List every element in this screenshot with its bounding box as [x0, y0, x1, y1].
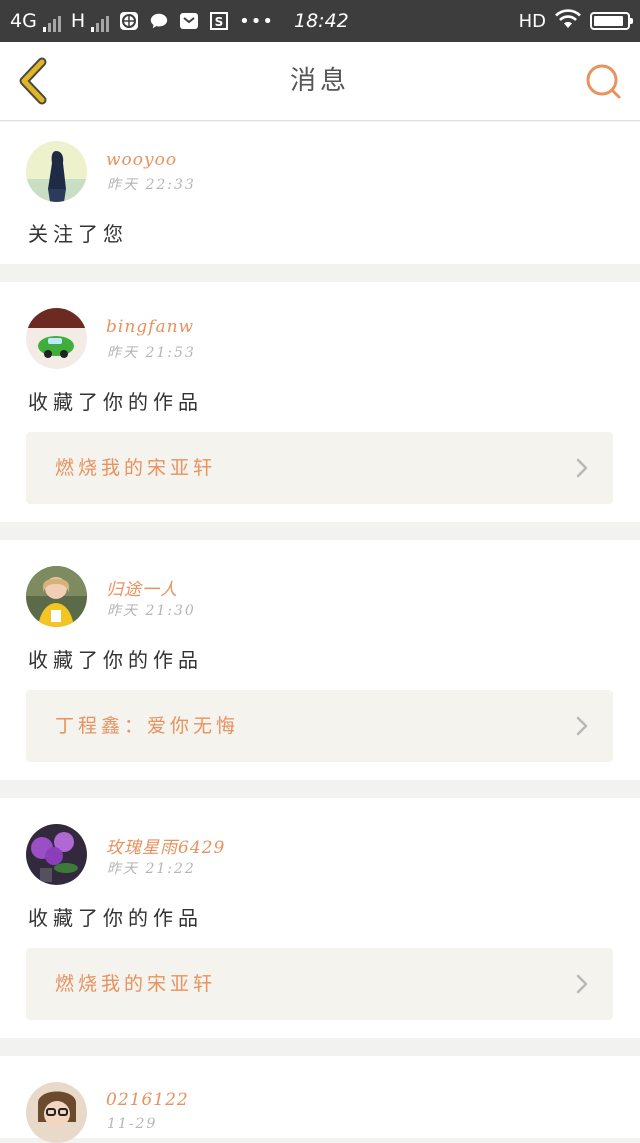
message-card[interactable]: 玫瑰星雨6429 昨天 21:22 收藏了你的作品 燃烧我的宋亚轩: [0, 798, 640, 1038]
work-link[interactable]: 丁程鑫：爱你无悔: [26, 690, 613, 762]
browser-notification-icon: [119, 11, 139, 31]
chat-notification-icon: [149, 11, 169, 31]
username[interactable]: 归途一人: [106, 575, 178, 600]
battery-level: [594, 16, 623, 26]
username[interactable]: 0216122: [106, 1090, 189, 1110]
search-icon: [586, 64, 621, 99]
work-title: 燃烧我的宋亚轩: [55, 973, 217, 995]
chevron-right-icon: [576, 458, 588, 478]
message-action: 收藏了你的作品: [28, 390, 203, 414]
message-time: 昨天 22:33: [107, 177, 196, 193]
username[interactable]: wooyoo: [106, 150, 177, 170]
avatar[interactable]: [26, 308, 87, 369]
clock: 18:42: [294, 10, 349, 32]
mail-notification-icon: [179, 11, 199, 31]
message-card[interactable]: 归途一人 昨天 21:30 收藏了你的作品 丁程鑫：爱你无悔: [0, 540, 640, 780]
network-type-label: 4G: [10, 10, 37, 32]
work-link[interactable]: 燃烧我的宋亚轩: [26, 948, 613, 1020]
avatar[interactable]: [26, 1082, 87, 1143]
avatar[interactable]: [26, 824, 87, 885]
network-type-label: H: [70, 10, 86, 32]
svg-text:S: S: [215, 15, 224, 29]
page-title: 消息: [289, 66, 350, 96]
status-bar: 4G H S ••• 18:42 HD: [0, 0, 640, 42]
username[interactable]: bingfanw: [106, 317, 194, 337]
wifi-icon: [554, 8, 582, 35]
battery-icon: [590, 12, 633, 30]
message-action: 收藏了你的作品: [28, 648, 203, 672]
message-card[interactable]: wooyoo 昨天 22:33 关注了您: [0, 122, 640, 264]
work-title: 燃烧我的宋亚轩: [55, 457, 217, 479]
more-notifications-icon: •••: [239, 10, 274, 32]
hd-label: HD: [518, 10, 546, 32]
avatar[interactable]: [26, 141, 87, 202]
message-action: 关注了您: [28, 222, 128, 246]
message-time: 昨天 21:53: [107, 345, 196, 361]
username[interactable]: 玫瑰星雨6429: [106, 833, 225, 858]
chevron-right-icon: [576, 974, 588, 994]
message-card[interactable]: bingfanw 昨天 21:53 收藏了你的作品 燃烧我的宋亚轩: [0, 282, 640, 522]
search-button[interactable]: [584, 62, 624, 102]
message-action: 收藏了你的作品: [28, 906, 203, 930]
app-s-notification-icon: S: [209, 11, 229, 31]
work-title: 丁程鑫：爱你无悔: [55, 715, 240, 737]
chevron-right-icon: [576, 716, 588, 736]
message-time: 昨天 21:30: [107, 603, 196, 619]
signal-bars-icon: [42, 16, 61, 32]
header-bar: 消息: [0, 42, 640, 121]
avatar[interactable]: [26, 566, 87, 627]
work-link[interactable]: 燃烧我的宋亚轩: [26, 432, 613, 504]
cellular-signal-h: H: [70, 10, 110, 32]
cellular-signal-4g: 4G: [10, 10, 61, 32]
signal-bars-icon: [91, 16, 110, 32]
message-time: 11-29: [107, 1116, 158, 1132]
message-time: 昨天 21:22: [107, 861, 196, 877]
message-card[interactable]: 0216122 11-29: [0, 1056, 640, 1143]
